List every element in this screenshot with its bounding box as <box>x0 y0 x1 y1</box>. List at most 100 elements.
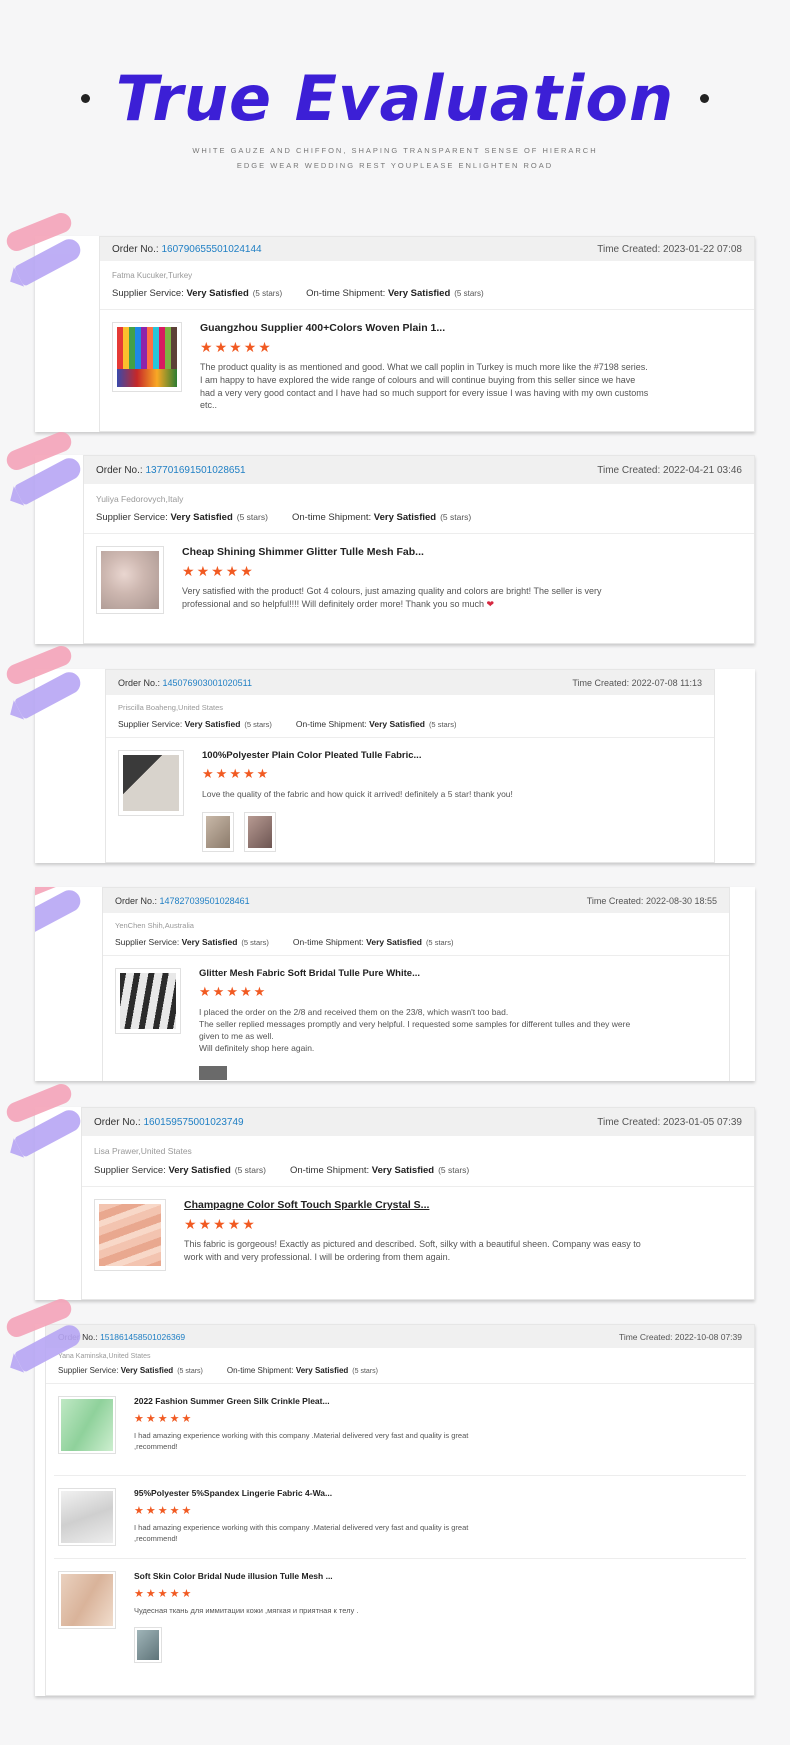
review-text: The product quality is as mentioned and … <box>200 362 649 411</box>
review-photo-thumbnail[interactable] <box>199 1066 227 1081</box>
review-panel: Order No.: 160159575001023749 Time Creat… <box>81 1107 755 1300</box>
ribbon-decoration-icon <box>3 209 85 287</box>
review-card: Order No.: 137701691501028651 Time Creat… <box>3 428 755 644</box>
product-name-link[interactable]: Soft Skin Color Bridal Nude illusion Tul… <box>134 1571 514 1581</box>
review-card: Order No.: 160159575001023749 Time Creat… <box>3 1080 755 1300</box>
product-name-link[interactable]: Guangzhou Supplier 400+Colors Woven Plai… <box>200 322 650 334</box>
star-rating: ★ ★ ★ ★ ★ <box>182 563 253 579</box>
product-name-link[interactable]: Glitter Mesh Fabric Soft Bridal Tulle Pu… <box>199 968 639 979</box>
heart-icon: ❤ <box>486 598 495 609</box>
page-header: True Evaluation WHITE GAUZE AND CHIFFON,… <box>0 0 790 210</box>
review-product: 100%Polyester Plain Color Pleated Tulle … <box>106 738 714 864</box>
review-photo-thumbnail[interactable] <box>244 812 276 853</box>
review-photo-thumbnail[interactable] <box>202 812 234 853</box>
product-name-link[interactable]: 2022 Fashion Summer Green Silk Crinkle P… <box>134 1396 514 1406</box>
buyer-name: Yuliya Fedorovych,Italy <box>96 494 184 504</box>
review-photos <box>134 1626 514 1663</box>
skin-tulle-image-icon <box>61 1574 113 1626</box>
ribbon-decoration-icon <box>3 1080 85 1158</box>
review-text: Love the quality of the fabric and how q… <box>202 789 513 799</box>
time-created: Time Created: 2022-04-21 03:46 <box>597 464 742 476</box>
product-thumbnail[interactable] <box>112 322 182 392</box>
service-ratings: Supplier Service: Very Satisfied (5 stars… <box>118 719 457 729</box>
order-number-link[interactable]: 160790655501024144 <box>161 244 261 255</box>
order-number-link[interactable]: 160159575001023749 <box>143 1117 243 1128</box>
order-header: Order No.: 147827039501028461 Time Creat… <box>103 888 729 913</box>
star-rating: ★ ★ ★ ★ ★ <box>134 1505 192 1517</box>
review-panel: Order No.: 160790655501024144 Time Creat… <box>99 236 755 432</box>
review-panel: Order No.: 151861458501026369 Time Creat… <box>45 1324 755 1696</box>
service-ratings: Supplier Service: Very Satisfied (5 stars… <box>58 1366 378 1375</box>
photo-icon <box>199 1066 227 1081</box>
review-product: 2022 Fashion Summer Green Silk Crinkle P… <box>46 1384 754 1475</box>
page-title: True Evaluation <box>115 62 675 135</box>
buyer-name: Priscilla Boaheng,United States <box>118 703 224 712</box>
product-name-link[interactable]: 95%Polyester 5%Spandex Lingerie Fabric 4… <box>134 1488 514 1498</box>
product-thumbnail[interactable] <box>58 1571 116 1629</box>
subtitle-line-2: EDGE WEAR WEDDING REST YOUPLEASE ENLIGHT… <box>236 161 554 170</box>
review-text: Чудесная ткань для иммитации кожи ,мягка… <box>134 1606 359 1615</box>
review-product: Soft Skin Color Bridal Nude illusion Tul… <box>46 1559 754 1675</box>
bullet-dot-icon <box>700 94 710 103</box>
ribbon-decoration-icon <box>35 887 85 938</box>
product-thumbnail[interactable] <box>115 968 181 1034</box>
product-thumbnail[interactable] <box>58 1396 116 1454</box>
review-panel: Order No.: 137701691501028651 Time Creat… <box>83 455 755 644</box>
supplier-service-rating: Supplier Service: Very Satisfied (5 stars… <box>112 288 283 299</box>
subtitle-line-1: WHITE GAUZE AND CHIFFON, SHAPING TRANSPA… <box>192 146 598 155</box>
order-label: Order No.: <box>112 243 159 255</box>
product-thumbnail[interactable] <box>94 1199 166 1271</box>
order-number-link[interactable]: 145076903001020511 <box>163 678 252 688</box>
glitter-tulle-image-icon <box>101 551 159 609</box>
glitter-mesh-image-icon <box>120 973 176 1029</box>
service-ratings: Supplier Service: Very Satisfied (5 stars… <box>96 512 472 523</box>
review-panel: Order No.: 145076903001020511 Time Creat… <box>105 669 715 863</box>
star-rating: ★ ★ ★ ★ ★ <box>202 766 269 781</box>
service-ratings: Supplier Service: Very Satisfied (5 stars… <box>115 937 454 947</box>
review-photo-thumbnail[interactable] <box>134 1626 162 1663</box>
star-rating: ★ ★ ★ ★ ★ <box>134 1588 192 1600</box>
white-fabric-image-icon <box>61 1491 113 1543</box>
ribbon-decoration-icon <box>3 642 85 720</box>
star-rating: ★ ★ ★ ★ ★ <box>184 1216 255 1232</box>
review-text: This fabric is gorgeous! Exactly as pict… <box>184 1239 641 1262</box>
pleated-tulle-image-icon <box>123 755 179 811</box>
review-product: Guangzhou Supplier 400+Colors Woven Plai… <box>100 310 754 424</box>
review-photos <box>199 1066 639 1081</box>
time-created: Time Created: 2023-01-22 07:08 <box>597 243 742 255</box>
review-text: I had amazing experience working with th… <box>134 1431 469 1451</box>
product-thumbnail[interactable] <box>58 1488 116 1546</box>
order-header: Order No.: 160159575001023749 Time Creat… <box>82 1108 754 1136</box>
review-card: Order No.: 147827039501028461 Time Creat… <box>35 887 755 1081</box>
order-number-row: Order No.: 137701691501028651 <box>96 464 246 476</box>
order-number-link[interactable]: 137701691501028651 <box>145 465 245 476</box>
colorful-fabric-image-icon <box>117 327 177 387</box>
product-thumbnail[interactable] <box>118 750 184 816</box>
time-created: Time Created: 2023-01-05 07:39 <box>597 1116 742 1128</box>
order-header: Order No.: 160790655501024144 Time Creat… <box>100 237 754 261</box>
star-rating: ★ ★ ★ ★ ★ <box>200 339 271 355</box>
review-text: I placed the order on the 2/8 and receiv… <box>199 1007 631 1054</box>
order-number-row: Order No.: 160790655501024144 <box>112 244 262 255</box>
star-rating: ★ ★ ★ ★ ★ <box>199 984 266 999</box>
title-row: True Evaluation <box>0 62 790 135</box>
buyer-name: Lisa Prawer,United States <box>94 1146 192 1156</box>
order-header: Order No.: 151861458501026369 Time Creat… <box>46 1325 754 1348</box>
review-text: Very satisfied with the product! Got 4 c… <box>182 586 602 609</box>
shipment-rating: On-time Shipment: Very Satisfied (5 stars… <box>306 288 484 299</box>
order-header: Order No.: 145076903001020511 Time Creat… <box>106 670 714 695</box>
order-number-link[interactable]: 147827039501028461 <box>160 896 250 906</box>
ribbon-decoration-icon <box>3 1295 85 1373</box>
photo-icon <box>206 816 230 849</box>
product-name-link[interactable]: Champagne Color Soft Touch Sparkle Cryst… <box>184 1199 654 1211</box>
buyer-name: Fatma Kucuker,Turkey <box>112 271 193 280</box>
product-name-link[interactable]: 100%Polyester Plain Color Pleated Tulle … <box>202 750 652 761</box>
product-name-link[interactable]: Cheap Shining Shimmer Glitter Tulle Mesh… <box>182 546 652 558</box>
bullet-dot-icon <box>80 94 90 103</box>
order-header: Order No.: 137701691501028651 Time Creat… <box>84 456 754 484</box>
time-created: Time Created: 2022-07-08 11:13 <box>572 677 702 688</box>
buyer-name: YenChen Shih,Australia <box>115 921 194 930</box>
order-number-link[interactable]: 151861458501026369 <box>100 1332 185 1342</box>
product-thumbnail[interactable] <box>96 546 164 614</box>
photo-icon <box>137 1629 159 1660</box>
